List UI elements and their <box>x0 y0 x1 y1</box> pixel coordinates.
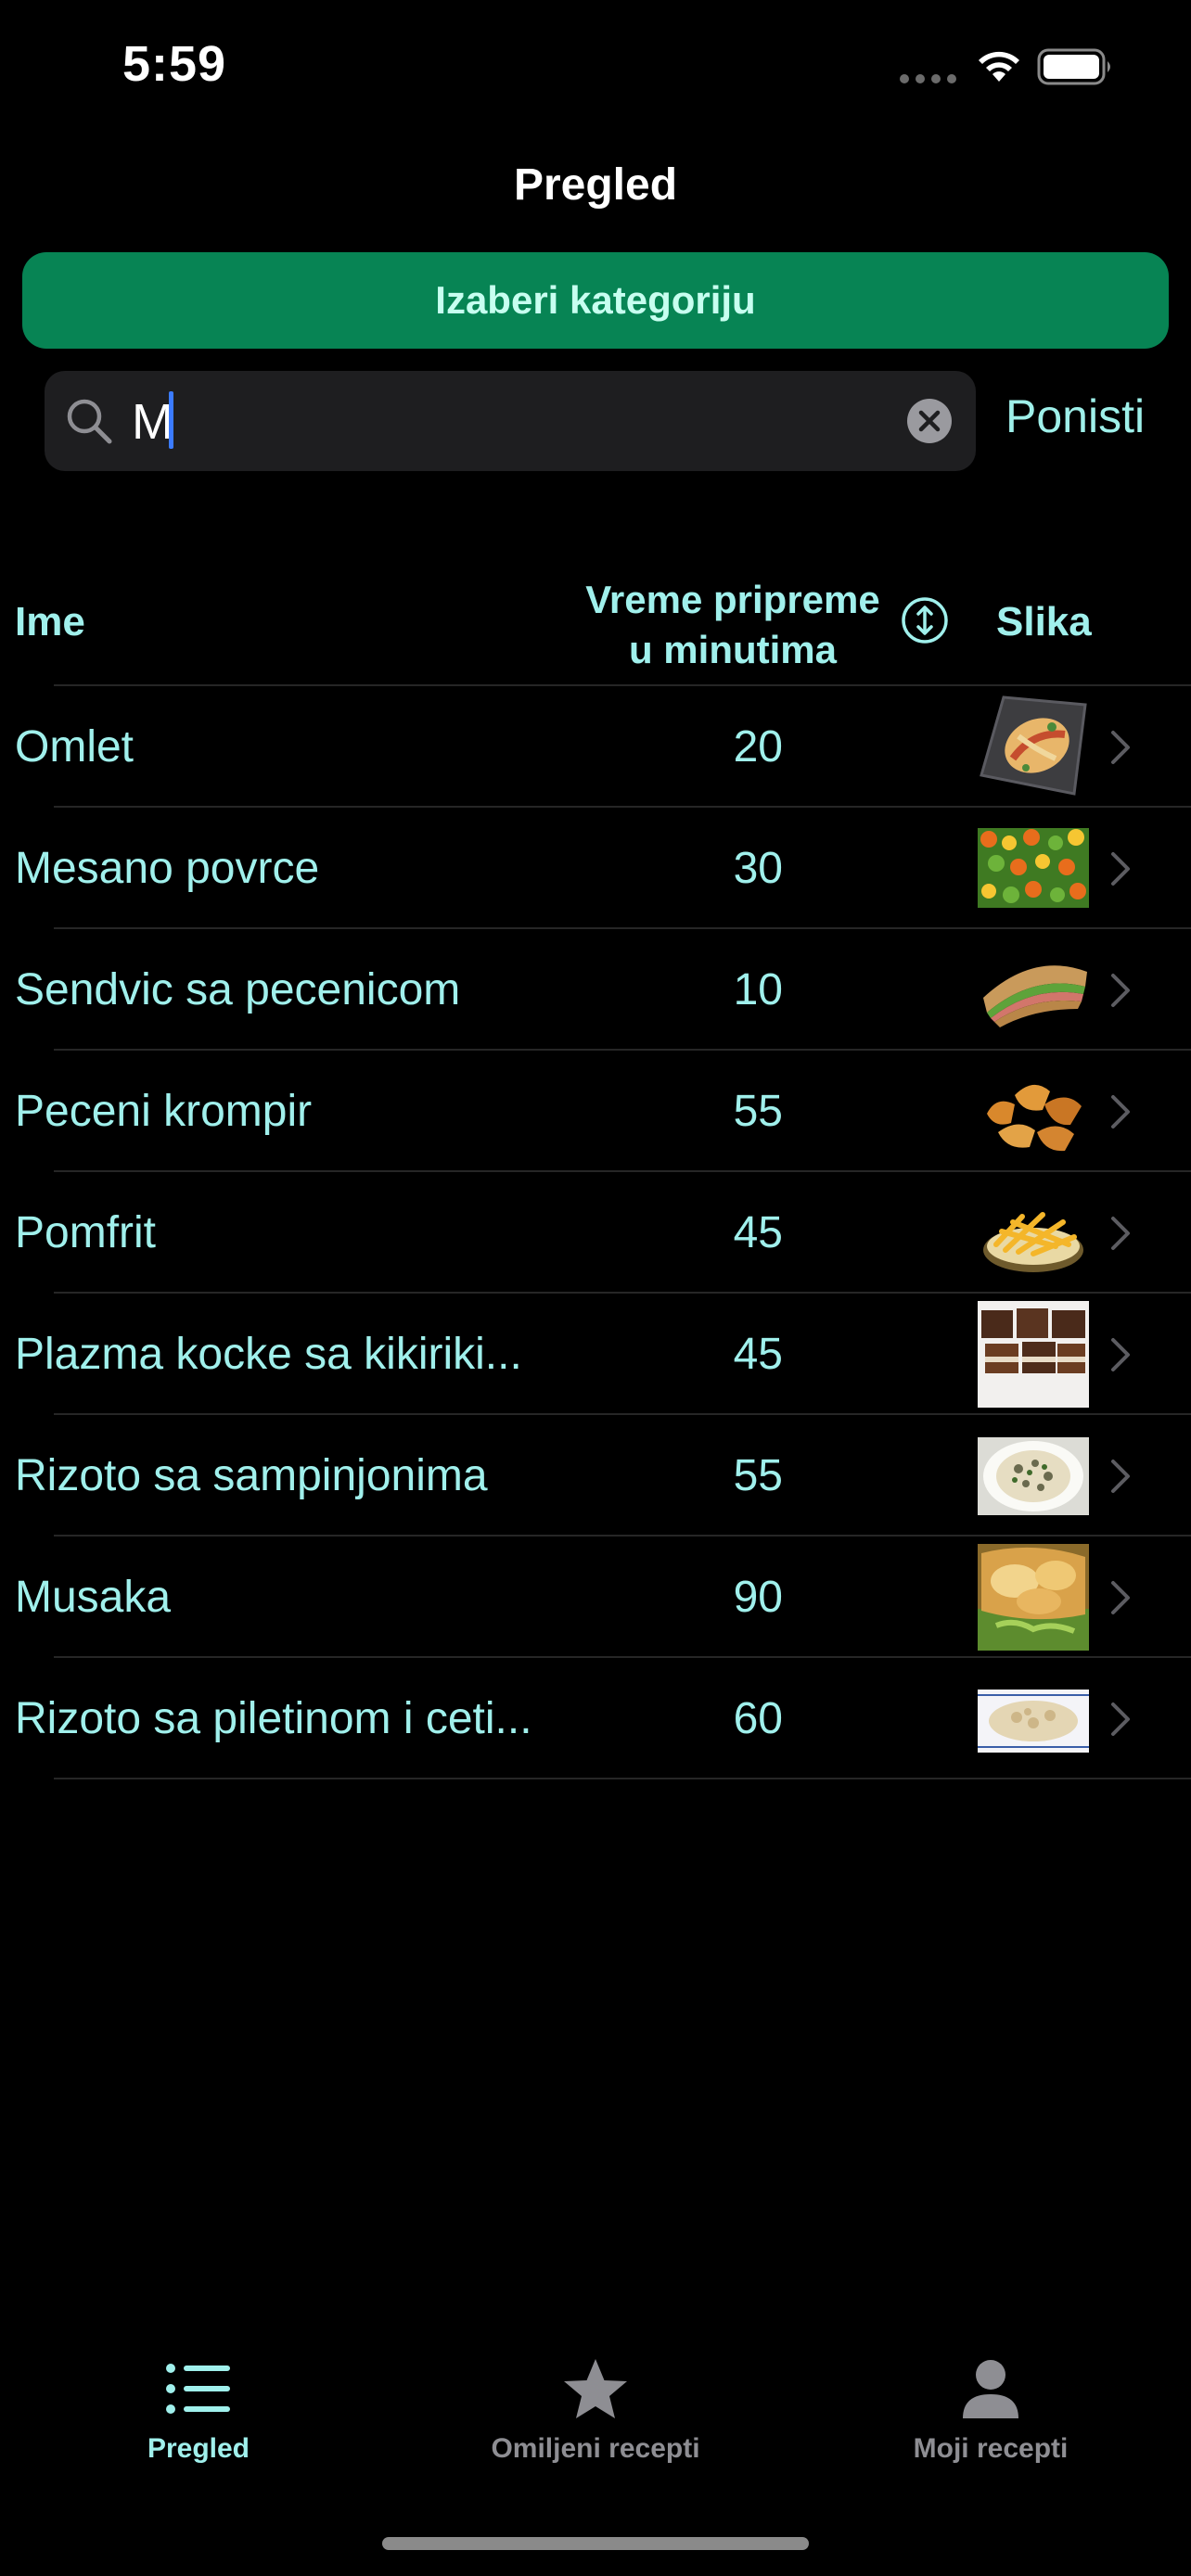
mixed-vegetables-image <box>978 828 1089 908</box>
chevron-right-icon <box>1111 1095 1130 1129</box>
prep-time: 45 <box>733 1208 783 1257</box>
choose-category-button[interactable]: Izaberi kategoriju <box>22 252 1169 349</box>
chevron-right-icon <box>1111 974 1130 1007</box>
mushroom-risotto-image <box>978 1437 1089 1515</box>
search-value: M <box>132 394 173 450</box>
recipe-name: Rizoto sa piletinom i ceti... <box>15 1694 532 1743</box>
prep-time: 60 <box>733 1694 783 1743</box>
recipe-name: Omlet <box>15 722 134 772</box>
text-caret <box>169 391 173 449</box>
page-title: Pregled <box>513 160 678 210</box>
table-row[interactable]: Plazma kocke sa kikiriki... 45 <box>0 1294 1191 1415</box>
person-icon <box>963 2360 1018 2418</box>
prep-time: 55 <box>733 1451 783 1500</box>
column-header-time-line2: u minutima <box>628 628 837 671</box>
tab-moji-recepti[interactable]: Moji recepti <box>852 2357 1130 2465</box>
clear-icon[interactable] <box>905 397 954 445</box>
prep-time: 90 <box>733 1573 783 1622</box>
status-time: 5:59 <box>122 36 227 92</box>
fries-image <box>978 1180 1089 1286</box>
chevron-right-icon <box>1111 1460 1130 1493</box>
column-header-time-line1: Vreme pripreme <box>585 578 880 621</box>
recipe-name: Plazma kocke sa kikiriki... <box>15 1330 522 1379</box>
tab-pregled[interactable]: Pregled <box>59 2357 338 2465</box>
chevron-right-icon <box>1111 731 1130 764</box>
chevron-right-icon <box>1111 1581 1130 1614</box>
list-icon <box>166 2364 230 2414</box>
recipe-name: Peceni krompir <box>15 1087 313 1136</box>
prep-time: 45 <box>733 1330 783 1379</box>
chevron-right-icon <box>1111 1338 1130 1371</box>
divider <box>54 1778 1191 1779</box>
table-row[interactable]: Pomfrit 45 <box>0 1172 1191 1294</box>
tab-label: Omiljeni recepti <box>491 2433 700 2464</box>
baked-potatoes-image <box>978 1058 1089 1165</box>
status-bar: 5:59 <box>0 0 1191 130</box>
recipe-name: Mesano povrce <box>15 844 320 893</box>
omelette-image <box>978 694 1089 800</box>
table-row[interactable]: Peceni krompir 55 <box>0 1051 1191 1172</box>
star-icon <box>564 2359 627 2418</box>
prep-time: 10 <box>733 965 783 1014</box>
sort-icon[interactable] <box>900 595 950 645</box>
column-header-time[interactable]: Vreme pripreme u minutima <box>553 575 913 675</box>
moussaka-image <box>978 1544 1089 1651</box>
table-row[interactable]: Sendvic sa pecenicom 10 <box>0 929 1191 1051</box>
chevron-right-icon <box>1111 1217 1130 1250</box>
recipe-name: Pomfrit <box>15 1208 157 1257</box>
column-header-name[interactable]: Ime <box>15 599 85 645</box>
tab-label: Moji recepti <box>913 2433 1069 2464</box>
chevron-right-icon <box>1111 852 1130 886</box>
recipe-name: Sendvic sa pecenicom <box>15 965 461 1014</box>
table-row[interactable]: Musaka 90 <box>0 1537 1191 1658</box>
recipe-name: Musaka <box>15 1573 172 1622</box>
table-row[interactable]: Omlet 20 <box>0 686 1191 808</box>
tab-label: Pregled <box>147 2433 250 2464</box>
cellular-signal-icon <box>900 74 957 83</box>
recipe-name: Rizoto sa sampinjonima <box>15 1451 488 1500</box>
battery-icon <box>1037 48 1110 85</box>
prep-time: 30 <box>733 844 783 893</box>
table-row[interactable]: Mesano povrce 30 <box>0 808 1191 929</box>
chevron-right-icon <box>1111 1702 1130 1736</box>
cancel-search-button[interactable]: Ponisti <box>1005 389 1145 443</box>
home-indicator <box>382 2537 809 2550</box>
tab-omiljeni-recepti[interactable]: Omiljeni recepti <box>456 2357 735 2465</box>
table-header: Ime Vreme pripreme u minutima Slika <box>0 556 1191 686</box>
chicken-risotto-image <box>978 1665 1089 1772</box>
prep-time: 55 <box>733 1087 783 1136</box>
column-header-image: Slika <box>996 599 1092 644</box>
sandwich-image <box>978 937 1089 1043</box>
table-row[interactable]: Rizoto sa piletinom i ceti... 60 <box>0 1658 1191 1779</box>
search-input[interactable]: M <box>45 371 976 471</box>
search-icon <box>67 399 112 444</box>
table-row[interactable]: Rizoto sa sampinjonima 55 <box>0 1415 1191 1537</box>
prep-time: 20 <box>733 722 783 772</box>
cake-cubes-image <box>978 1301 1089 1408</box>
wifi-icon <box>979 51 1019 82</box>
